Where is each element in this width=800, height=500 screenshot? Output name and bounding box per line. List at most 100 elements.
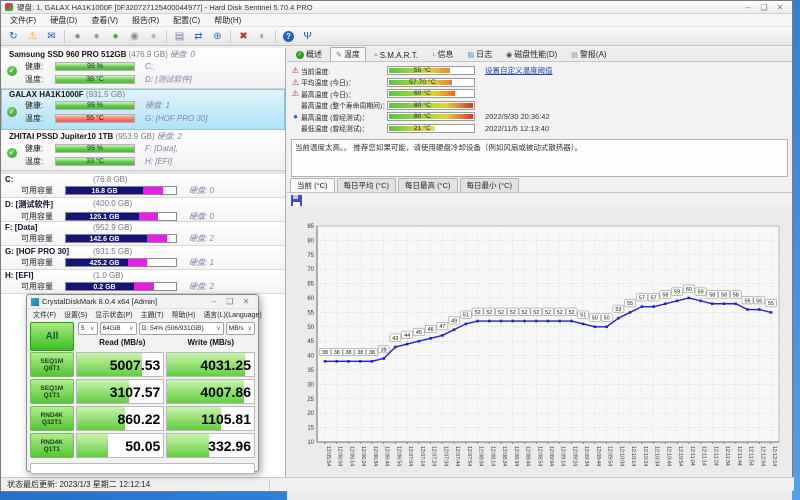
sphere-icon[interactable]: ● xyxy=(145,29,162,44)
cdm-combo-value: G: 54% (506/931GiB) xyxy=(142,325,204,332)
menu-item[interactable]: 帮助(H) xyxy=(207,15,248,26)
cdm-combo[interactable]: 5∨ xyxy=(78,322,98,335)
partition-disk-ref: 硬盘: 2 xyxy=(189,281,214,292)
chart-tab[interactable]: 每日平均 (°C) xyxy=(337,178,397,192)
disk-list-item[interactable]: ✓Samsung SSD 960 PRO 512GB (476.9 GB) 硬盘… xyxy=(1,48,285,89)
chart-tab[interactable]: 每日最小 (°C) xyxy=(460,178,520,192)
disk-list-item[interactable]: ✓GALAX HA1K1000F (931.5 GB)健康:99 %硬盘: 1温… xyxy=(1,89,285,130)
disk-ok-icon[interactable]: ● xyxy=(107,29,124,44)
chart-tab[interactable]: 每日最高 (°C) xyxy=(398,178,458,192)
disk-test-icon[interactable]: ● xyxy=(88,29,105,44)
cdm-read-cell[interactable]: 50.05 xyxy=(76,433,165,458)
health-label: 健康: xyxy=(25,143,55,154)
partition-list-item[interactable]: H: [EFI](1.0 GB)可用容量0.2 GB硬盘: 2 xyxy=(1,270,285,294)
app-icon xyxy=(5,3,13,11)
cdm-minimize-button[interactable]: – xyxy=(206,297,222,306)
window-minimize-button[interactable]: – xyxy=(740,3,756,12)
data-point-label: 52 xyxy=(568,310,574,316)
toolbar-separator xyxy=(275,30,276,43)
partition-list-item[interactable]: C:(76.8 GB)可用容量16.8 GB硬盘: 0 xyxy=(1,174,285,198)
cdm-write-cell[interactable]: 4031.25 xyxy=(166,352,255,377)
tab-wave[interactable]: ≈S.M.A.R.T. xyxy=(368,49,424,61)
network-icon: ⊕ xyxy=(213,31,221,42)
disk-offline-icon[interactable]: ● xyxy=(69,29,86,44)
cdm-body: All 5∨64GiB∨G: 54% (506/931GiB)∨MB/s∨ Re… xyxy=(27,320,258,462)
cdm-combo[interactable]: 64GiB∨ xyxy=(100,322,137,335)
cdm-combo[interactable]: G: 54% (506/931GiB)∨ xyxy=(139,322,224,335)
cdm-menu-item[interactable]: 主題(T) xyxy=(137,310,168,320)
cdm-test-label[interactable]: RND4KQ1T1 xyxy=(30,433,74,458)
cdm-read-cell[interactable]: 860.22 xyxy=(76,406,165,431)
sync-icon[interactable]: ⇄ xyxy=(190,29,207,44)
document-icon[interactable]: ▤ xyxy=(171,29,188,44)
cdm-read-cell[interactable]: 5007.53 xyxy=(76,352,165,377)
save-chart-icon[interactable] xyxy=(291,195,302,206)
data-point-label: 60 xyxy=(686,287,692,293)
mail-report-icon[interactable]: ✉ xyxy=(43,29,60,44)
refresh-icon: ↻ xyxy=(9,31,17,42)
monitor-error-icon[interactable]: ✖ xyxy=(235,29,252,44)
cdm-menu-item[interactable]: 帮助(H) xyxy=(168,310,200,320)
cdm-menu-item[interactable]: 文件(F) xyxy=(29,310,60,320)
tab-performance[interactable]: ◉磁盘性能(D) xyxy=(500,47,563,61)
tab-thermometer[interactable]: ✎温度 xyxy=(330,47,366,61)
cdm-menu-item[interactable]: 设置(S) xyxy=(60,310,91,320)
cdm-test-label[interactable]: SEQ1MQ1T1 xyxy=(30,379,74,404)
data-point-label: 38 xyxy=(322,350,328,356)
cdm-test-label[interactable]: RND4KQ32T1 xyxy=(30,406,74,431)
tab-info-arrow[interactable]: ↓信息 xyxy=(426,47,460,61)
globe-gray-icon[interactable]: ◐ xyxy=(254,29,271,44)
cdm-write-cell[interactable]: 332.96 xyxy=(166,433,255,458)
partition-title-row: D: [测试软件](400.0 GB) xyxy=(5,199,281,210)
menu-item[interactable]: 报告(R) xyxy=(125,15,166,26)
partition-list-item[interactable]: G: [HOF PRO 30](931.5 GB)可用容量425.2 GB硬盘:… xyxy=(1,246,285,270)
tab-alert-doc[interactable]: ▤警报(A) xyxy=(565,47,612,61)
alert-doc-icon: ▤ xyxy=(571,51,578,59)
menu-item[interactable]: 硬盘(D) xyxy=(43,15,84,26)
partition-disk-ref: 硬盘: 0 xyxy=(189,185,214,196)
chart-tab[interactable]: 当前 (°C) xyxy=(290,178,335,192)
cdm-write-cell[interactable]: 1105.81 xyxy=(166,406,255,431)
network-icon[interactable]: ⊕ xyxy=(209,29,226,44)
available-label: 可用容量 xyxy=(21,281,65,292)
cdm-menu-item[interactable]: 显示状态(P) xyxy=(91,310,136,320)
menu-item[interactable]: 查看(V) xyxy=(84,15,125,26)
window-maximize-button[interactable]: ❑ xyxy=(756,3,772,12)
partition-disk-ref: 硬盘: 0 xyxy=(189,211,214,222)
warning-icon[interactable]: ⚠ xyxy=(24,29,41,44)
data-point-label: 52 xyxy=(557,310,563,316)
partition-list-item[interactable]: F: [Data](952.9 GB)可用容量142.6 GB硬盘: 2 xyxy=(1,222,285,246)
partition-list-item[interactable]: D: [测试软件](400.0 GB)可用容量125.1 GB硬盘: 0 xyxy=(1,198,285,222)
tab-label: 磁盘性能(D) xyxy=(514,49,557,60)
usb-icon[interactable]: Ψ xyxy=(299,29,316,44)
cdm-maximize-button[interactable]: ❑ xyxy=(222,297,238,306)
tab-check-circle[interactable]: ✓概述 xyxy=(290,47,328,61)
cdm-read-cell[interactable]: 3107.57 xyxy=(76,379,165,404)
window-close-button[interactable]: ✕ xyxy=(772,3,788,12)
cdm-test-name: SEQ1M xyxy=(40,385,63,392)
cdm-read-value: 3107.57 xyxy=(77,380,164,403)
temperature-line-chart: 1015202530354045505560657075808512:05:54… xyxy=(287,206,792,500)
data-point-label: 59 xyxy=(698,290,704,296)
temperature-value: 80 °C xyxy=(388,113,457,121)
cdm-result-row: RND4KQ1T150.05332.96 xyxy=(30,433,255,458)
help-icon[interactable]: ? xyxy=(280,29,297,44)
cdm-close-button[interactable]: ✕ xyxy=(238,297,254,306)
partition-capacity-row: 可用容量142.6 GB硬盘: 2 xyxy=(5,232,281,244)
capacity-magenta-fill xyxy=(143,187,163,194)
menu-item[interactable]: 文件(F) xyxy=(3,15,43,26)
cdm-menu-item[interactable]: 语言(L)(Language) xyxy=(199,310,265,320)
disk-search-icon[interactable]: ◉ xyxy=(126,29,143,44)
cdm-combo[interactable]: MB/s∨ xyxy=(226,322,255,335)
tab-log-doc[interactable]: ▤日志 xyxy=(461,47,498,61)
cdm-write-cell[interactable]: 4007.86 xyxy=(166,379,255,404)
refresh-icon[interactable]: ↻ xyxy=(5,29,22,44)
cdm-test-label[interactable]: SEQ1MQ8T1 xyxy=(30,352,74,377)
disk-list-item[interactable]: ✓ZHITAI PSSD Jupiter10 1TB (953.9 GB) 硬盘… xyxy=(1,130,285,171)
partition-name: H: [EFI] xyxy=(5,271,93,280)
cdm-all-button[interactable]: All xyxy=(30,322,74,351)
set-threshold-link[interactable]: 设置自定义温度阈值 xyxy=(485,65,553,76)
menu-item[interactable]: 配置(C) xyxy=(166,15,207,26)
x-axis-label: 12:08:14 xyxy=(489,446,495,466)
x-axis-label: 12:08:54 xyxy=(536,446,542,466)
